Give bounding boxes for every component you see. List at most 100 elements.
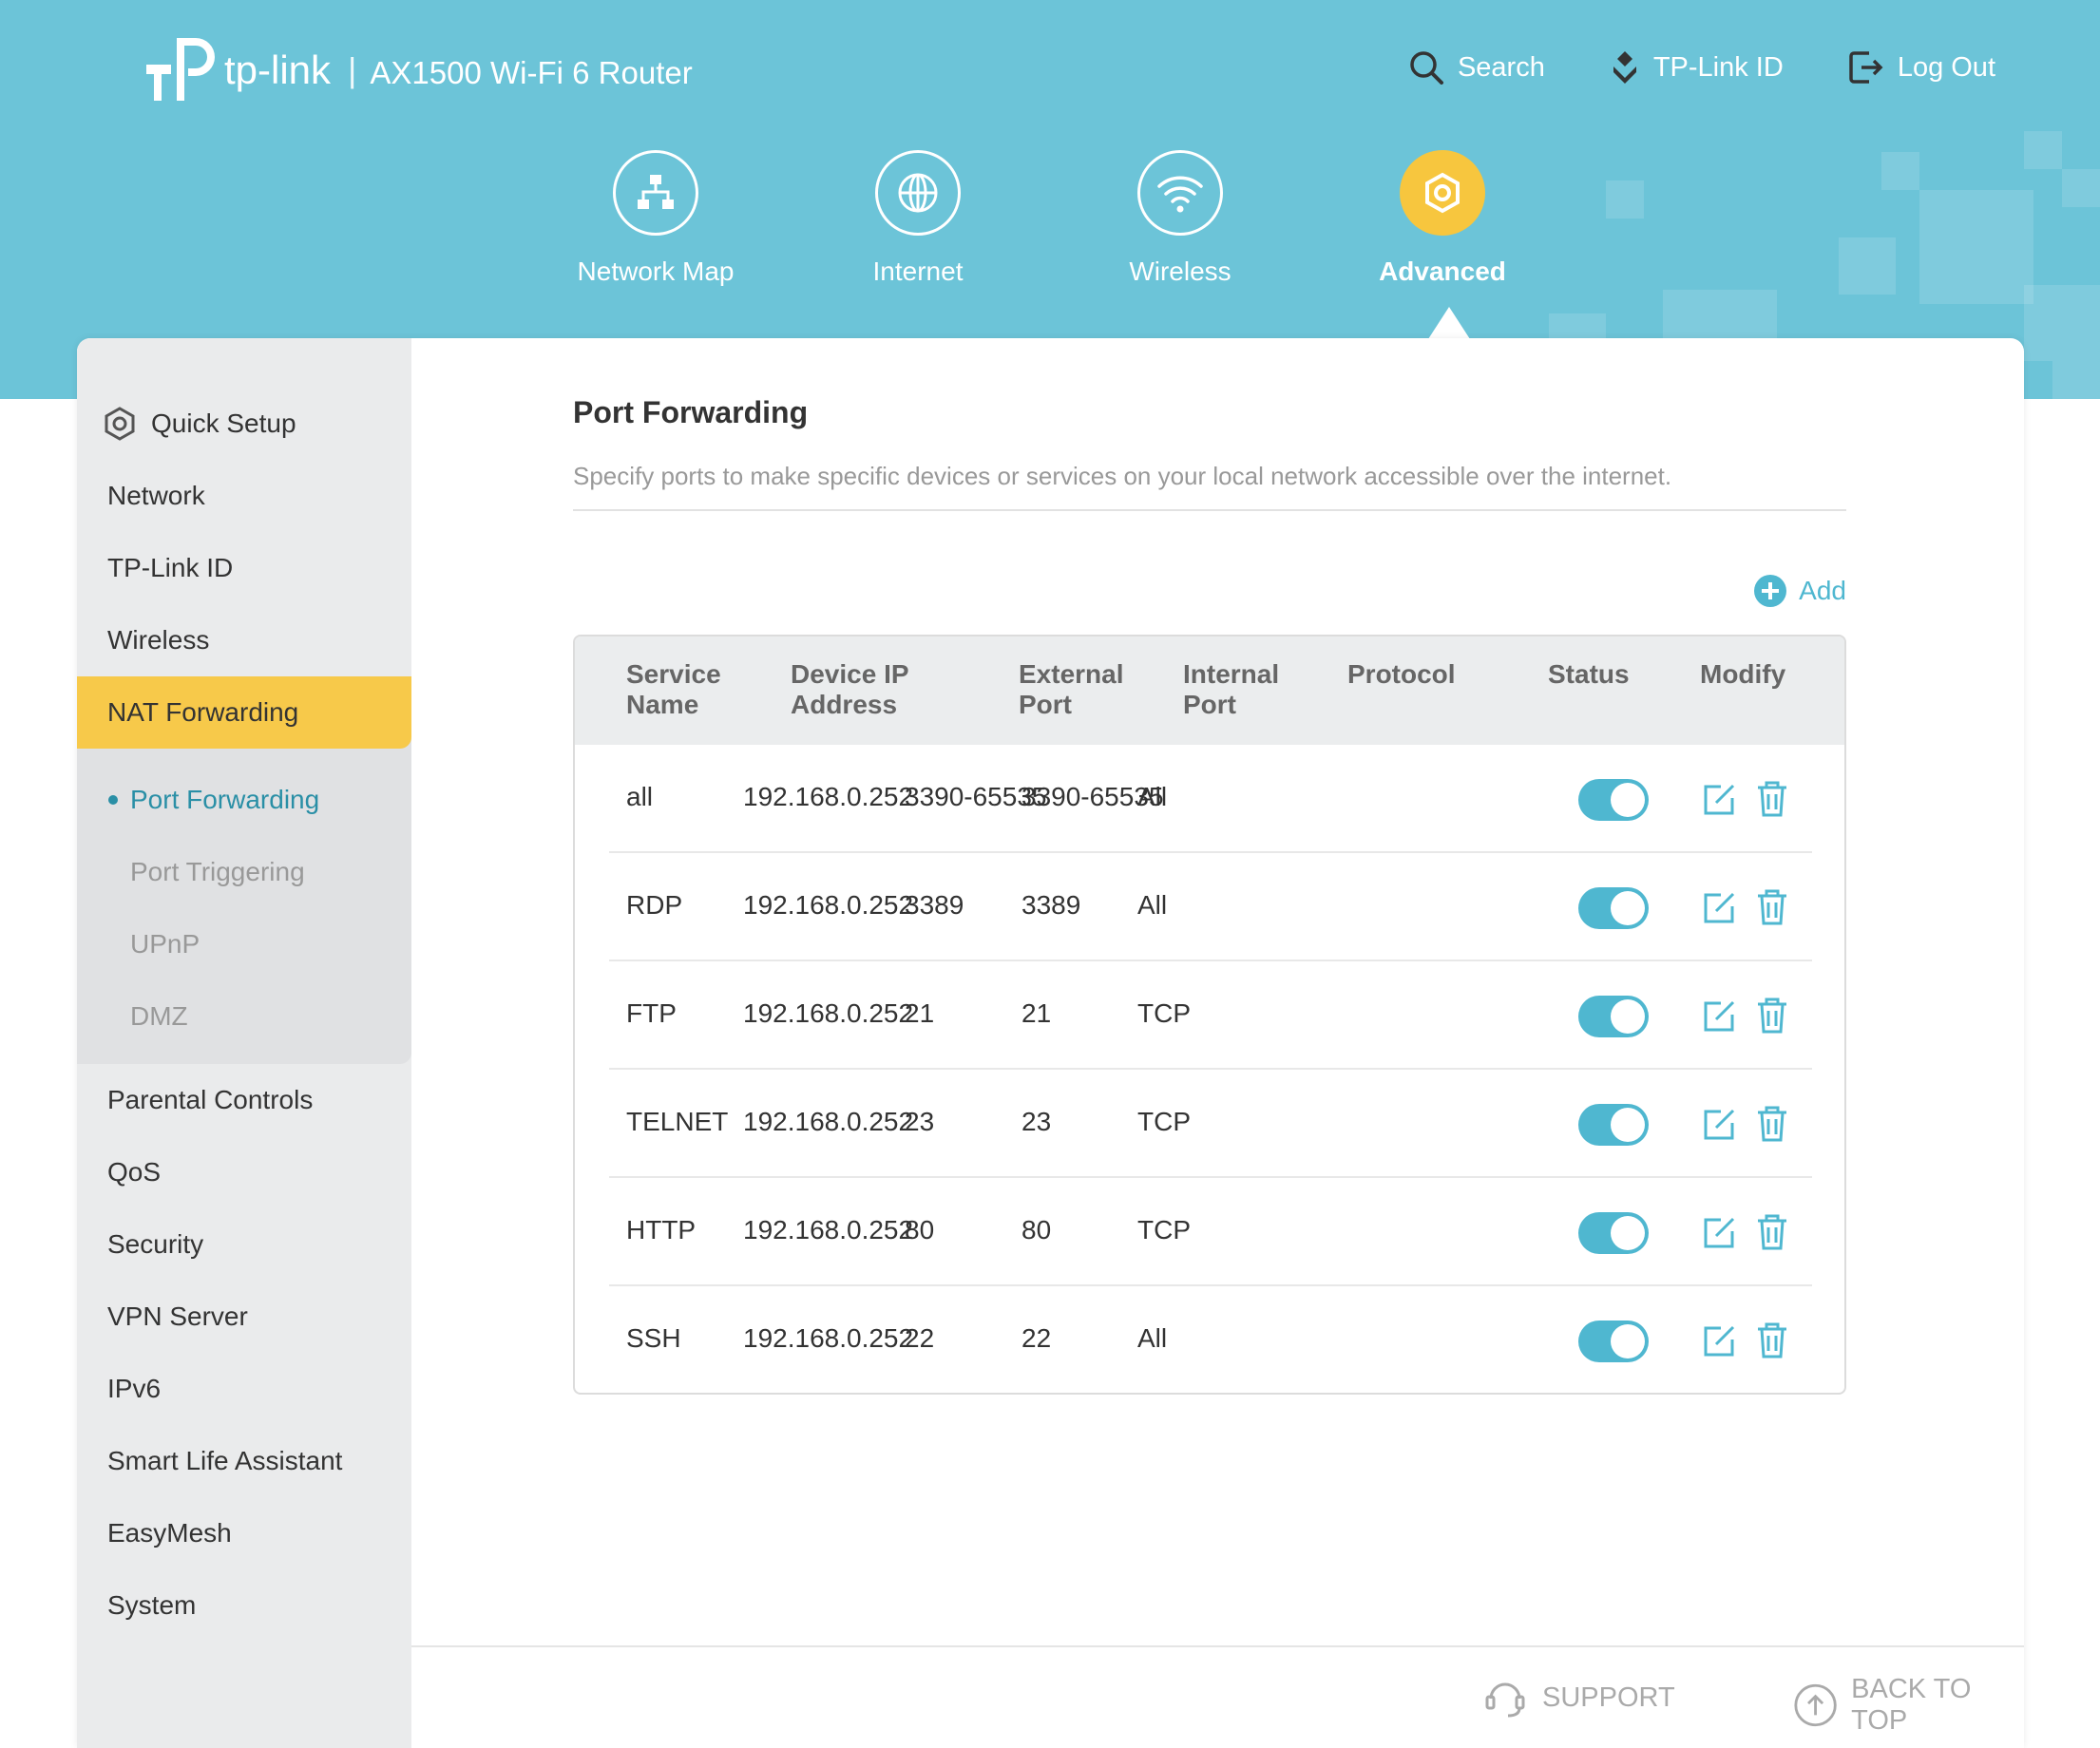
status-toggle[interactable] [1578, 1104, 1649, 1146]
brand-logo: tp-link | AX1500 Wi-Fi 6 Router [143, 32, 693, 108]
table-row: TELNET 192.168.0.252 23 23 TCP [609, 1070, 1812, 1178]
cell-protocol: All [1137, 782, 1168, 811]
nav-wireless-label: Wireless [1129, 256, 1231, 286]
sidebar-item-system[interactable]: System [77, 1569, 411, 1642]
add-circle-icon [1754, 575, 1787, 607]
sidebar-item-ipv6[interactable]: IPv6 [77, 1353, 411, 1425]
cell-device-ip: 192.168.0.252 [743, 1107, 914, 1136]
back-to-top-link[interactable]: BACK TO TOP [1793, 1674, 2024, 1737]
footer: SUPPORT BACK TO TOP [411, 1645, 2024, 1748]
sidebar-subitem-dmz[interactable]: DMZ [77, 980, 411, 1053]
support-label: SUPPORT [1542, 1682, 1675, 1713]
active-dot [108, 795, 118, 805]
quick-setup-icon [105, 407, 135, 441]
tplink-id-link[interactable]: TP-Link ID [1610, 49, 1784, 86]
cell-device-ip: 192.168.0.252 [743, 782, 914, 811]
sidebar-item-label: IPv6 [107, 1374, 162, 1403]
trash-icon[interactable] [1755, 1320, 1789, 1360]
nav-wireless[interactable]: Wireless [1066, 150, 1294, 287]
sidebar-item-label: Smart Life Assistant [107, 1446, 343, 1475]
sidebar: Quick Setup Network TP-Link ID Wireless … [77, 338, 411, 1748]
nav-advanced[interactable]: Advanced [1328, 150, 1556, 287]
cell-internal-port: 23 [1021, 1107, 1052, 1136]
status-toggle[interactable] [1578, 996, 1649, 1037]
cell-protocol: All [1137, 890, 1168, 920]
col-header-internal-port: Internal Port [1183, 659, 1280, 719]
toggle-knob [1611, 1108, 1645, 1142]
sidebar-subitem-label: DMZ [130, 1001, 188, 1031]
toggle-knob [1611, 1216, 1645, 1250]
sidebar-item-label: System [107, 1590, 197, 1620]
main-nav: Network Map Internet Wireless Advanced [0, 150, 2100, 302]
sidebar-item-wireless[interactable]: Wireless [77, 604, 411, 676]
edit-icon[interactable] [1700, 998, 1738, 1036]
sidebar-item-label: Network [107, 481, 205, 510]
toggle-knob [1611, 999, 1645, 1034]
edit-icon[interactable] [1700, 1322, 1738, 1360]
col-header-protocol: Protocol [1347, 659, 1456, 689]
trash-icon[interactable] [1755, 1212, 1789, 1252]
edit-icon[interactable] [1700, 1106, 1738, 1144]
edit-icon[interactable] [1700, 781, 1738, 819]
tplink-id-icon [1613, 51, 1636, 84]
cell-service-name: SSH [626, 1323, 681, 1353]
nav-network-map[interactable]: Network Map [542, 150, 770, 287]
cell-device-ip: 192.168.0.252 [743, 1323, 914, 1353]
sidebar-subitem-upnp[interactable]: UPnP [77, 908, 411, 980]
sidebar-item-tplink-id[interactable]: TP-Link ID [77, 532, 411, 604]
sidebar-subitem-label: Port Forwarding [130, 785, 320, 814]
nav-internet[interactable]: Internet [804, 150, 1032, 287]
search-label: Search [1457, 51, 1545, 83]
sidebar-item-nat-forwarding[interactable]: NAT Forwarding [77, 676, 411, 749]
sidebar-item-smart-life-assistant[interactable]: Smart Life Assistant [77, 1425, 411, 1497]
trash-icon[interactable] [1755, 996, 1789, 1036]
sidebar-item-easymesh[interactable]: EasyMesh [77, 1497, 411, 1569]
cell-protocol: TCP [1137, 1215, 1191, 1244]
sidebar-item-label: Parental Controls [107, 1085, 314, 1114]
gear-icon [1400, 150, 1485, 236]
cell-external-port: 80 [905, 1215, 935, 1244]
table-row: FTP 192.168.0.252 21 21 TCP [609, 961, 1812, 1070]
sidebar-item-vpn-server[interactable]: VPN Server [77, 1281, 411, 1353]
cell-internal-port: 21 [1021, 998, 1052, 1028]
cell-service-name: HTTP [626, 1215, 697, 1244]
cell-device-ip: 192.168.0.252 [743, 1215, 914, 1244]
cell-internal-port: 3389 [1021, 890, 1081, 920]
sidebar-item-quick-setup[interactable]: Quick Setup [77, 388, 411, 460]
status-toggle[interactable] [1578, 779, 1649, 821]
network-map-icon [613, 150, 698, 236]
cell-service-name: RDP [626, 890, 683, 920]
search-link[interactable]: Search [1408, 49, 1545, 86]
sidebar-item-security[interactable]: Security [77, 1208, 411, 1281]
sidebar-item-network[interactable]: Network [77, 460, 411, 532]
trash-icon[interactable] [1755, 887, 1789, 927]
logout-link[interactable]: Log Out [1848, 49, 1995, 86]
table-row: RDP 192.168.0.252 3389 3389 All [609, 853, 1812, 961]
sidebar-item-qos[interactable]: QoS [77, 1136, 411, 1208]
brand-separator: | [348, 50, 357, 89]
status-toggle[interactable] [1578, 1320, 1649, 1362]
status-toggle[interactable] [1578, 1212, 1649, 1254]
port-forwarding-table: Service Name Device IP Address External Por… [573, 635, 1846, 1395]
edit-icon[interactable] [1700, 889, 1738, 927]
status-toggle[interactable] [1578, 887, 1649, 929]
edit-icon[interactable] [1700, 1214, 1738, 1252]
arrow-up-circle-icon [1794, 1683, 1837, 1727]
cell-service-name: TELNET [626, 1107, 729, 1136]
trash-icon[interactable] [1755, 779, 1789, 819]
add-button[interactable]: Add [1753, 574, 1846, 608]
table-row: SSH 192.168.0.252 22 22 All [609, 1286, 1812, 1393]
trash-icon[interactable] [1755, 1104, 1789, 1144]
sidebar-subitem-port-forwarding[interactable]: Port Forwarding [77, 764, 411, 836]
col-header-device-ip: Device IP Address [791, 659, 909, 719]
brand-name: tp-link [224, 48, 332, 92]
col-header-service-name: Service Name [626, 659, 721, 719]
page-title: Port Forwarding [573, 395, 809, 429]
support-link[interactable]: SUPPORT [1481, 1674, 1675, 1721]
sidebar-subitem-port-triggering[interactable]: Port Triggering [77, 836, 411, 908]
sidebar-item-parental-controls[interactable]: Parental Controls [77, 1064, 411, 1136]
col-header-external-port: External Port [1019, 659, 1124, 719]
table-row: all 192.168.0.252 3390-65535 3390-65535 All [609, 745, 1812, 853]
globe-icon [875, 150, 961, 236]
cell-external-port: 23 [905, 1107, 935, 1136]
